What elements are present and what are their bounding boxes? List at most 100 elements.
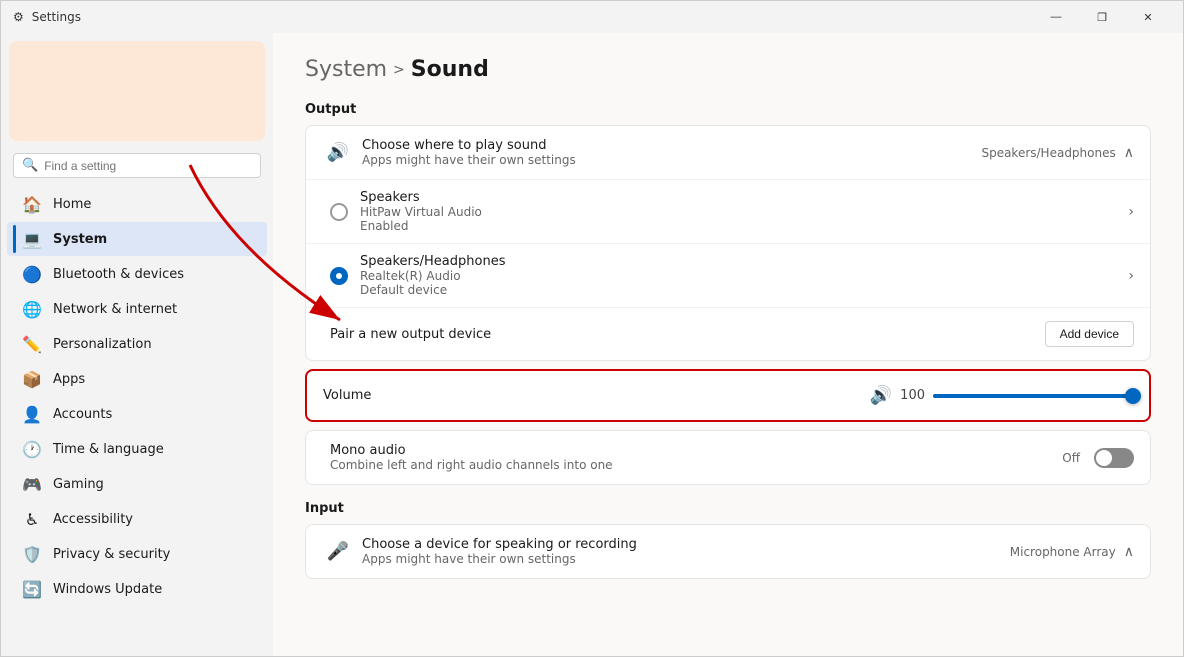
- choose-input-value: Microphone Array ∧: [1010, 544, 1134, 560]
- speaker-icon: 🔊: [322, 142, 354, 163]
- speakers-headphones-radio[interactable]: [330, 267, 348, 285]
- microphone-icon: 🎤: [322, 541, 354, 562]
- mono-audio-label: Mono audio: [330, 443, 1062, 458]
- sidebar-item-apps[interactable]: 📦 Apps: [7, 362, 267, 396]
- sidebar-item-privacy-label: Privacy & security: [53, 547, 170, 562]
- breadcrumb-current: Sound: [411, 57, 489, 82]
- sidebar-item-accessibility-label: Accessibility: [53, 512, 133, 527]
- choose-input-label: Choose a device for speaking or recordin…: [362, 537, 1010, 552]
- accounts-icon: 👤: [23, 405, 41, 423]
- speakers-headphones-label: Speakers/Headphones: [360, 254, 1116, 269]
- input-card: 🎤 Choose a device for speaking or record…: [305, 524, 1151, 579]
- volume-value: 100: [900, 388, 925, 403]
- search-input[interactable]: [44, 159, 252, 173]
- home-icon: 🏠: [23, 195, 41, 213]
- volume-card: Volume 🔊 100: [305, 369, 1151, 422]
- titlebar: ⚙ Settings — ❐ ✕: [1, 1, 1183, 33]
- choose-output-value: Speakers/Headphones ∧: [981, 145, 1134, 161]
- sidebar-item-system-label: System: [53, 232, 107, 247]
- volume-slider-thumb[interactable]: [1125, 388, 1141, 404]
- speakers-content: Speakers HitPaw Virtual Audio Enabled: [360, 190, 1116, 233]
- update-icon: 🔄: [23, 580, 41, 598]
- choose-input-sublabel: Apps might have their own settings: [362, 552, 1010, 566]
- mono-audio-toggle[interactable]: [1094, 448, 1134, 468]
- sidebar-item-gaming[interactable]: 🎮 Gaming: [7, 467, 267, 501]
- choose-input-selected: Microphone Array: [1010, 545, 1116, 559]
- output-card: 🔊 Choose where to play sound Apps might …: [305, 125, 1151, 361]
- pair-device-label: Pair a new output device: [330, 327, 1045, 342]
- sidebar-item-time-label: Time & language: [53, 442, 164, 457]
- system-icon: 💻: [23, 230, 41, 248]
- main-content: System > Sound Output 🔊 Choose where to …: [273, 33, 1183, 656]
- output-section-title: Output: [305, 102, 1151, 117]
- sidebar-item-bluetooth[interactable]: 🔵 Bluetooth & devices: [7, 257, 267, 291]
- add-device-button[interactable]: Add device: [1045, 321, 1134, 347]
- sidebar-item-personalization-label: Personalization: [53, 337, 152, 352]
- sidebar-item-time[interactable]: 🕐 Time & language: [7, 432, 267, 466]
- speakers-radio[interactable]: [330, 203, 348, 221]
- volume-slider[interactable]: [933, 394, 1133, 398]
- accessibility-icon: ♿: [23, 510, 41, 528]
- speakers-option[interactable]: Speakers HitPaw Virtual Audio Enabled ›: [306, 180, 1150, 244]
- sidebar-item-network[interactable]: 🌐 Network & internet: [7, 292, 267, 326]
- speakers-label: Speakers: [360, 190, 1116, 205]
- mono-audio-content: Mono audio Combine left and right audio …: [330, 443, 1062, 472]
- sidebar-nav: 🏠 Home 💻 System 🔵 Bluetooth & devices 🌐 …: [1, 186, 273, 607]
- choose-output-label: Choose where to play sound: [362, 138, 981, 153]
- apps-icon: 📦: [23, 370, 41, 388]
- personalization-icon: ✏️: [23, 335, 41, 353]
- volume-slider-fill: [933, 394, 1133, 398]
- choose-input-content: Choose a device for speaking or recordin…: [362, 537, 1010, 566]
- speakers-sublabel: HitPaw Virtual Audio Enabled: [360, 205, 1116, 233]
- input-section-title: Input: [305, 501, 1151, 516]
- sidebar-item-privacy[interactable]: 🛡️ Privacy & security: [7, 537, 267, 571]
- content-area: 🔍 🏠 Home 💻 System 🔵 Bluetooth & devices: [1, 33, 1183, 656]
- close-button[interactable]: ✕: [1125, 1, 1171, 33]
- volume-icon: 🔊: [870, 385, 892, 406]
- sidebar-item-system[interactable]: 💻 System: [7, 222, 267, 256]
- choose-input-row[interactable]: 🎤 Choose a device for speaking or record…: [306, 525, 1150, 578]
- choose-output-selected: Speakers/Headphones: [981, 146, 1115, 160]
- speakers-headphones-option[interactable]: Speakers/Headphones Realtek(R) Audio Def…: [306, 244, 1150, 308]
- chevron-up-icon: ∧: [1124, 145, 1134, 161]
- search-icon: 🔍: [22, 158, 38, 173]
- choose-output-sublabel: Apps might have their own settings: [362, 153, 981, 167]
- search-bar[interactable]: 🔍: [13, 153, 261, 178]
- speakers-headphones-chevron-icon: ›: [1128, 268, 1134, 284]
- sidebar-item-home-label: Home: [53, 197, 91, 212]
- sidebar: 🔍 🏠 Home 💻 System 🔵 Bluetooth & devices: [1, 33, 273, 656]
- choose-output-row[interactable]: 🔊 Choose where to play sound Apps might …: [306, 126, 1150, 180]
- minimize-button[interactable]: —: [1033, 1, 1079, 33]
- volume-controls: 🔊 100: [870, 385, 1133, 406]
- breadcrumb: System > Sound: [305, 57, 1151, 82]
- maximize-button[interactable]: ❐: [1079, 1, 1125, 33]
- volume-label: Volume: [323, 388, 383, 403]
- settings-window: ⚙ Settings — ❐ ✕ 🔍 🏠 Home 💻: [0, 0, 1184, 657]
- speakers-chevron-icon: ›: [1128, 204, 1134, 220]
- time-icon: 🕐: [23, 440, 41, 458]
- sidebar-item-update[interactable]: 🔄 Windows Update: [7, 572, 267, 606]
- input-chevron-up-icon: ∧: [1124, 544, 1134, 560]
- sidebar-item-update-label: Windows Update: [53, 582, 162, 597]
- sidebar-item-bluetooth-label: Bluetooth & devices: [53, 267, 184, 282]
- speakers-headphones-content: Speakers/Headphones Realtek(R) Audio Def…: [360, 254, 1116, 297]
- sidebar-item-accounts[interactable]: 👤 Accounts: [7, 397, 267, 431]
- breadcrumb-parent: System: [305, 57, 387, 82]
- network-icon: 🌐: [23, 300, 41, 318]
- speakers-headphones-sublabel: Realtek(R) Audio Default device: [360, 269, 1116, 297]
- mono-audio-card: Mono audio Combine left and right audio …: [305, 430, 1151, 485]
- toggle-knob: [1096, 450, 1112, 466]
- sidebar-item-apps-label: Apps: [53, 372, 85, 387]
- mono-audio-toggle-area: Off: [1062, 448, 1134, 468]
- mono-audio-sublabel: Combine left and right audio channels in…: [330, 458, 1062, 472]
- profile-card: [9, 41, 265, 141]
- pair-device-row: Pair a new output device Add device: [306, 308, 1150, 360]
- choose-output-content: Choose where to play sound Apps might ha…: [362, 138, 981, 167]
- sidebar-item-personalization[interactable]: ✏️ Personalization: [7, 327, 267, 361]
- sidebar-item-home[interactable]: 🏠 Home: [7, 187, 267, 221]
- bluetooth-icon: 🔵: [23, 265, 41, 283]
- pair-device-content: Pair a new output device: [330, 327, 1045, 342]
- sidebar-item-accessibility[interactable]: ♿ Accessibility: [7, 502, 267, 536]
- settings-icon: ⚙: [13, 10, 24, 24]
- sidebar-item-gaming-label: Gaming: [53, 477, 104, 492]
